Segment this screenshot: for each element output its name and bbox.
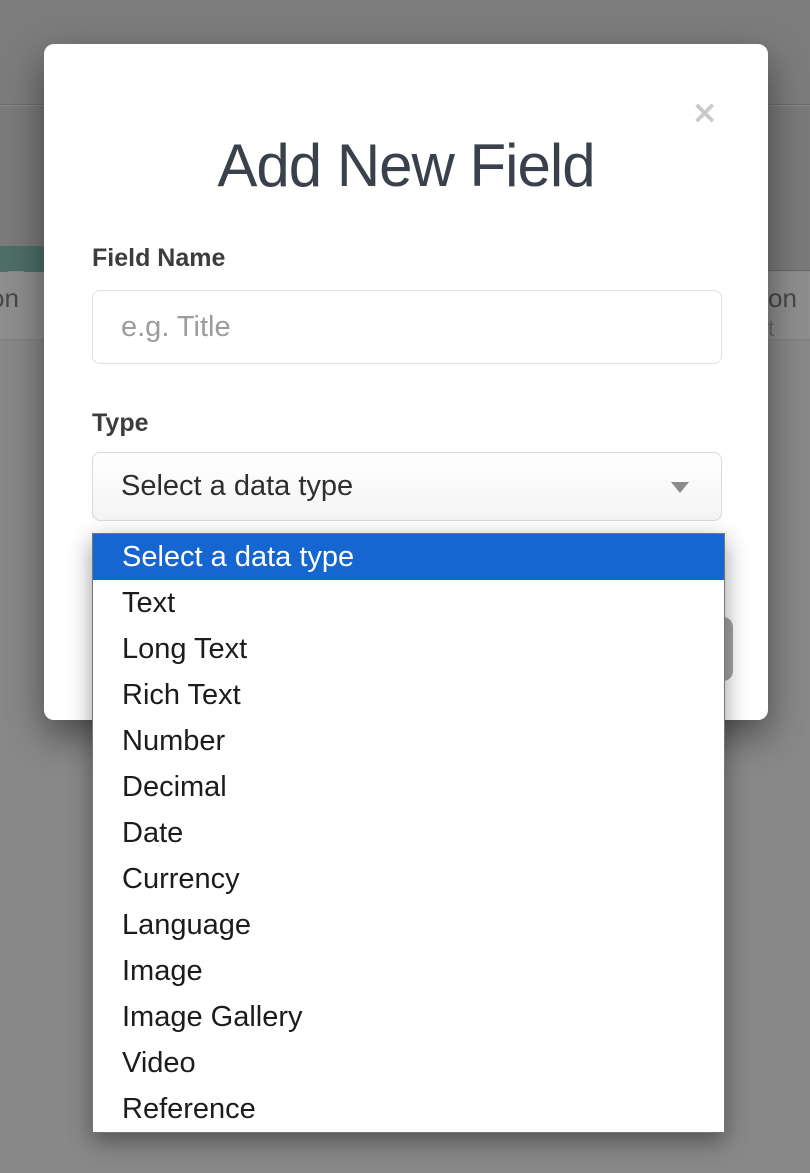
type-label: Type [92, 409, 149, 438]
dropdown-option[interactable]: Select a data type [93, 534, 724, 580]
dropdown-option[interactable]: Long Text [93, 626, 724, 672]
dropdown-option[interactable]: Video [93, 1040, 724, 1086]
dropdown-option[interactable]: Decimal [93, 764, 724, 810]
type-dropdown-list: Select a data type Text Long Text Rich T… [92, 533, 725, 1133]
dropdown-option[interactable]: Date [93, 810, 724, 856]
type-select-value: Select a data type [121, 470, 353, 503]
field-name-input[interactable] [92, 290, 722, 364]
dropdown-option[interactable]: Number [93, 718, 724, 764]
type-select[interactable]: Select a data type [92, 452, 722, 521]
dropdown-option[interactable]: Image Gallery [93, 994, 724, 1040]
dropdown-option[interactable]: Currency [93, 856, 724, 902]
dropdown-option[interactable]: Rich Text [93, 672, 724, 718]
dropdown-option[interactable]: Language [93, 902, 724, 948]
close-icon[interactable]: × [691, 96, 718, 128]
field-name-label: Field Name [92, 244, 225, 273]
chevron-down-icon [671, 482, 689, 493]
dropdown-option[interactable]: Image [93, 948, 724, 994]
dropdown-option[interactable]: Text [93, 580, 724, 626]
dialog-title: Add New Field [44, 131, 768, 201]
dropdown-option[interactable]: Reference [93, 1086, 724, 1132]
